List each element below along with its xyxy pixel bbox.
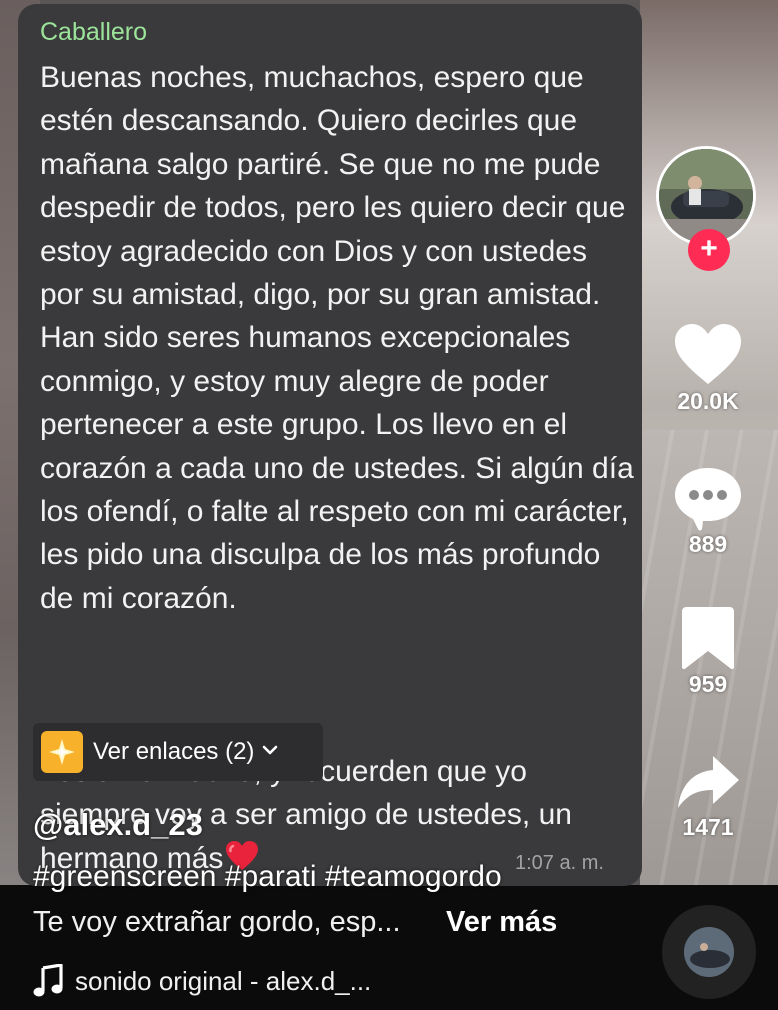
- see-links-button[interactable]: Ver enlaces (2): [33, 723, 323, 781]
- chevron-down-icon: [262, 743, 278, 761]
- see-links-label: Ver enlaces (2): [93, 738, 255, 765]
- chat-message-time: 1:07 a. m.: [515, 852, 604, 874]
- save-button[interactable]: 959: [660, 605, 756, 698]
- bookmark-icon: [682, 607, 734, 670]
- comment-button[interactable]: 889: [660, 465, 756, 558]
- like-count: 20.0K: [677, 388, 739, 414]
- comment-count: 889: [688, 531, 728, 557]
- sound-label: sonido original - alex.d_...: [75, 965, 372, 996]
- see-more-link[interactable]: Ver más: [446, 906, 557, 939]
- share-icon: [678, 756, 739, 808]
- like-button[interactable]: 20.0K: [660, 322, 756, 415]
- sound-row[interactable]: sonido original - alex.d_...: [33, 963, 372, 998]
- save-count: 959: [688, 671, 728, 697]
- share-button[interactable]: 1471: [660, 752, 756, 841]
- music-note-icon: [33, 963, 63, 998]
- disc-cover-icon: [684, 927, 734, 977]
- sparkle-icon: [41, 731, 83, 773]
- chat-message: Buenas noches, muchachos, espero que est…: [40, 61, 634, 615]
- share-count: 1471: [682, 814, 734, 840]
- heart-icon: [675, 324, 741, 384]
- sound-disc[interactable]: [662, 905, 756, 999]
- comment-icon: [675, 468, 741, 531]
- video-author-username[interactable]: @alex.d_23: [33, 807, 203, 843]
- video-caption: Te voy extrañar gordo, esp...: [33, 906, 401, 938]
- follow-button[interactable]: +: [688, 229, 730, 271]
- video-hashtags[interactable]: #greenscreen #parati #teamogordo: [33, 860, 502, 894]
- sound-disc-cover: [684, 927, 734, 977]
- chat-sender-name: Caballero: [40, 18, 148, 46]
